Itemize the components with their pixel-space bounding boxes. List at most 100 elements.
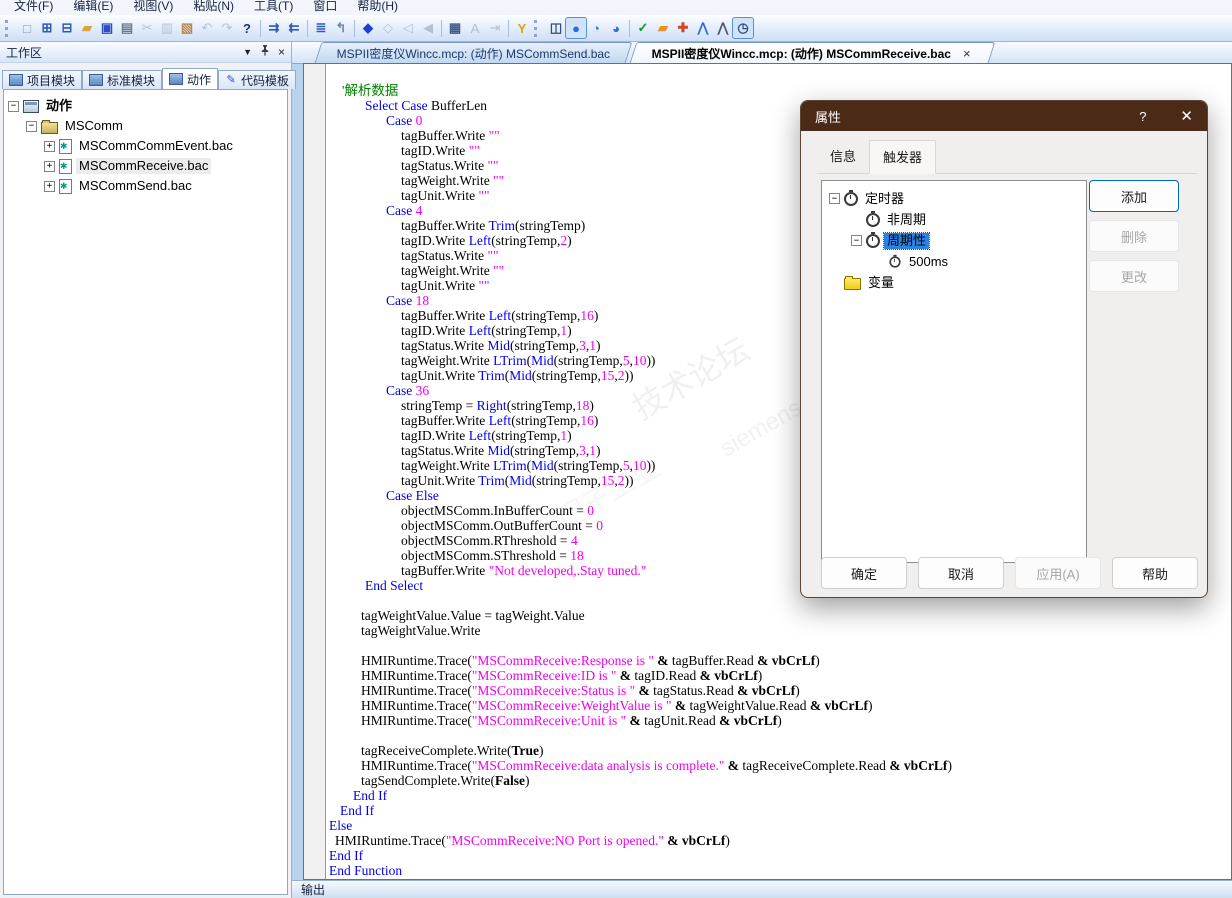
dialog-tab-触发器[interactable]: 触发器 [869, 140, 937, 174]
workspace-panel: 工作区 ▼ × 项目模块标准模块动作✎代码模板 −动作−MSComm+MSCom… [0, 42, 297, 898]
design-tools-alt-icon[interactable]: ⋀ [713, 18, 733, 38]
editor-gutter [304, 64, 326, 879]
save-file-icon[interactable]: ▣ [97, 18, 117, 38]
cut-icon[interactable]: ✂ [137, 18, 157, 38]
gearfile-icon [59, 138, 72, 154]
menu-item[interactable]: 文件(F) [4, 0, 63, 15]
tab-close-icon[interactable]: × [962, 46, 974, 61]
find-in-files-icon[interactable]: ▦ [445, 18, 465, 38]
tree-item[interactable]: +MSCommReceive.bac [6, 156, 285, 176]
redo-icon[interactable]: ↷ [217, 18, 237, 38]
indent-icon[interactable]: ⇉ [264, 18, 284, 38]
workspace-tab-标准模块[interactable]: 标准模块 [82, 70, 163, 89]
library-add-icon[interactable]: ✚ [673, 18, 693, 38]
menu-item[interactable]: 帮助(H) [347, 0, 408, 15]
paste-icon[interactable]: ▧ [177, 18, 197, 38]
toggle-workspace-panel-icon[interactable]: ◫ [546, 18, 566, 38]
context-help-icon[interactable]: ? [237, 18, 257, 38]
document-tab[interactable]: MSPII密度仪Wincc.mcp: (动作) MSCommReceive.ba… [629, 42, 996, 63]
pin-icon[interactable] [260, 45, 270, 59]
menu-item[interactable]: 编辑(E) [63, 0, 123, 15]
tree-item[interactable]: − 定时器 [825, 188, 1083, 209]
code-line: HMIRuntime.Trace("MSCommReceive:Status i… [361, 683, 800, 698]
goto-line-icon[interactable]: ⇥ [485, 18, 505, 38]
collapse-icon[interactable]: − [851, 235, 862, 246]
tag-database-icon[interactable]: ● [565, 17, 587, 39]
new-file-icon[interactable]: □ [17, 18, 37, 38]
tree-item[interactable]: −500ms [825, 251, 1083, 272]
dialog-button[interactable]: 确定 [821, 557, 907, 589]
tree-item[interactable]: − MSComm [6, 116, 285, 136]
trigger-timer-icon[interactable]: ◷ [732, 17, 754, 39]
open-file-icon[interactable]: ▰ [77, 18, 97, 38]
menu-item[interactable]: 工具(T) [244, 0, 303, 15]
menu-item[interactable]: 窗口 [303, 0, 347, 15]
dialog-tab-信息[interactable]: 信息 [817, 140, 869, 174]
code-line: tagSendComplete.Write(False) [361, 773, 530, 788]
timer-icon [866, 210, 880, 227]
workspace-tab-动作[interactable]: 动作 [162, 68, 219, 89]
dialog-close-icon[interactable]: ✕ [1180, 109, 1193, 124]
code-line: HMIRuntime.Trace("MSCommReceive:NO Port … [335, 833, 730, 848]
menu-item[interactable]: 粘贴(N) [183, 0, 244, 15]
dialog-button[interactable]: 帮助 [1112, 557, 1198, 589]
check-action-icon[interactable]: ◁ [398, 18, 418, 38]
tag-database-timer-icon[interactable]: ◔ [586, 18, 606, 38]
design-tools-icon[interactable]: ⋀ [693, 18, 713, 38]
expand-icon[interactable]: + [44, 160, 55, 172]
timer-icon [866, 231, 880, 248]
collapse-icon[interactable]: − [8, 100, 19, 112]
compile-script-icon[interactable]: ◇ [378, 18, 398, 38]
collapse-icon[interactable]: − [26, 120, 37, 132]
dialog-bottom-buttons: 确定 取消 应用(A) 帮助 [821, 557, 1198, 589]
menu-item[interactable]: 视图(V) [123, 0, 183, 15]
export-module-icon[interactable]: ⊟ [57, 18, 77, 38]
outdent-icon[interactable]: ⇇ [284, 18, 304, 38]
tree-item[interactable]: − 周期性 [825, 230, 1083, 251]
dialog-titlebar[interactable]: 属性 ? ✕ [801, 101, 1207, 131]
copy-icon[interactable]: ▥ [157, 18, 177, 38]
menu-down-icon[interactable]: ▼ [243, 47, 252, 57]
tree-item[interactable]: − 动作 [6, 96, 285, 116]
dialog-button[interactable]: 添加 [1089, 180, 1179, 212]
script-verify-icon[interactable]: ✓ [633, 18, 653, 38]
expand-icon[interactable]: + [44, 140, 55, 152]
tree-item[interactable]: +MSCommCommEvent.bac [6, 136, 285, 156]
document-tab[interactable]: MSPII密度仪Wincc.mcp: (动作) MSCommSend.bac [314, 42, 633, 63]
code-line: HMIRuntime.Trace("MSCommReceive:data ana… [361, 758, 952, 773]
import-module-icon[interactable]: ⊞ [37, 18, 57, 38]
check-all-icon[interactable]: ◀ [418, 18, 438, 38]
workspace-titlebar: 工作区 ▼ × [0, 42, 291, 63]
close-icon[interactable]: × [278, 46, 285, 58]
dialog-button: 更改 [1089, 260, 1179, 292]
tree-item[interactable]: −变量 [825, 272, 1083, 293]
code-line: HMIRuntime.Trace("MSCommReceive:ID is " … [361, 668, 763, 683]
print-icon[interactable]: ▤ [117, 18, 137, 38]
dialog-title: 属性 [815, 109, 842, 125]
output-bar[interactable]: 输出 [292, 880, 1232, 898]
undo-format-icon[interactable]: ↰ [331, 18, 351, 38]
mod-icon [89, 74, 104, 86]
undo-icon[interactable]: ↶ [197, 18, 217, 38]
dialog-help-icon[interactable]: ? [1139, 109, 1146, 124]
library-icon[interactable]: ▰ [653, 18, 673, 38]
dialog-button[interactable]: 取消 [918, 557, 1004, 589]
format-code-icon[interactable]: ≣ [311, 18, 331, 38]
code-line: Else [329, 818, 353, 833]
tree-item[interactable]: −非周期 [825, 209, 1083, 230]
workspace-tab-代码模板[interactable]: ✎ 代码模板 [218, 70, 297, 89]
options-wrench-icon[interactable]: Y [512, 18, 532, 38]
expand-icon[interactable]: + [44, 180, 55, 192]
tag-database-check-icon[interactable]: ◕ [606, 18, 626, 38]
code-line: End If [329, 848, 364, 863]
code-line: HMIRuntime.Trace("MSCommReceive:Unit is … [361, 713, 782, 728]
tree-item[interactable]: +MSCommSend.bac [6, 176, 285, 196]
replace-icon[interactable]: A [465, 18, 485, 38]
syntax-check-icon[interactable]: ◆ [358, 18, 378, 38]
act-icon [23, 99, 39, 113]
collapse-icon[interactable]: − [829, 193, 840, 204]
code-line: HMIRuntime.Trace("MSCommReceive:Response… [361, 653, 820, 668]
workspace-tab-项目模块[interactable]: 项目模块 [2, 70, 83, 89]
code-line: End If [340, 803, 375, 818]
